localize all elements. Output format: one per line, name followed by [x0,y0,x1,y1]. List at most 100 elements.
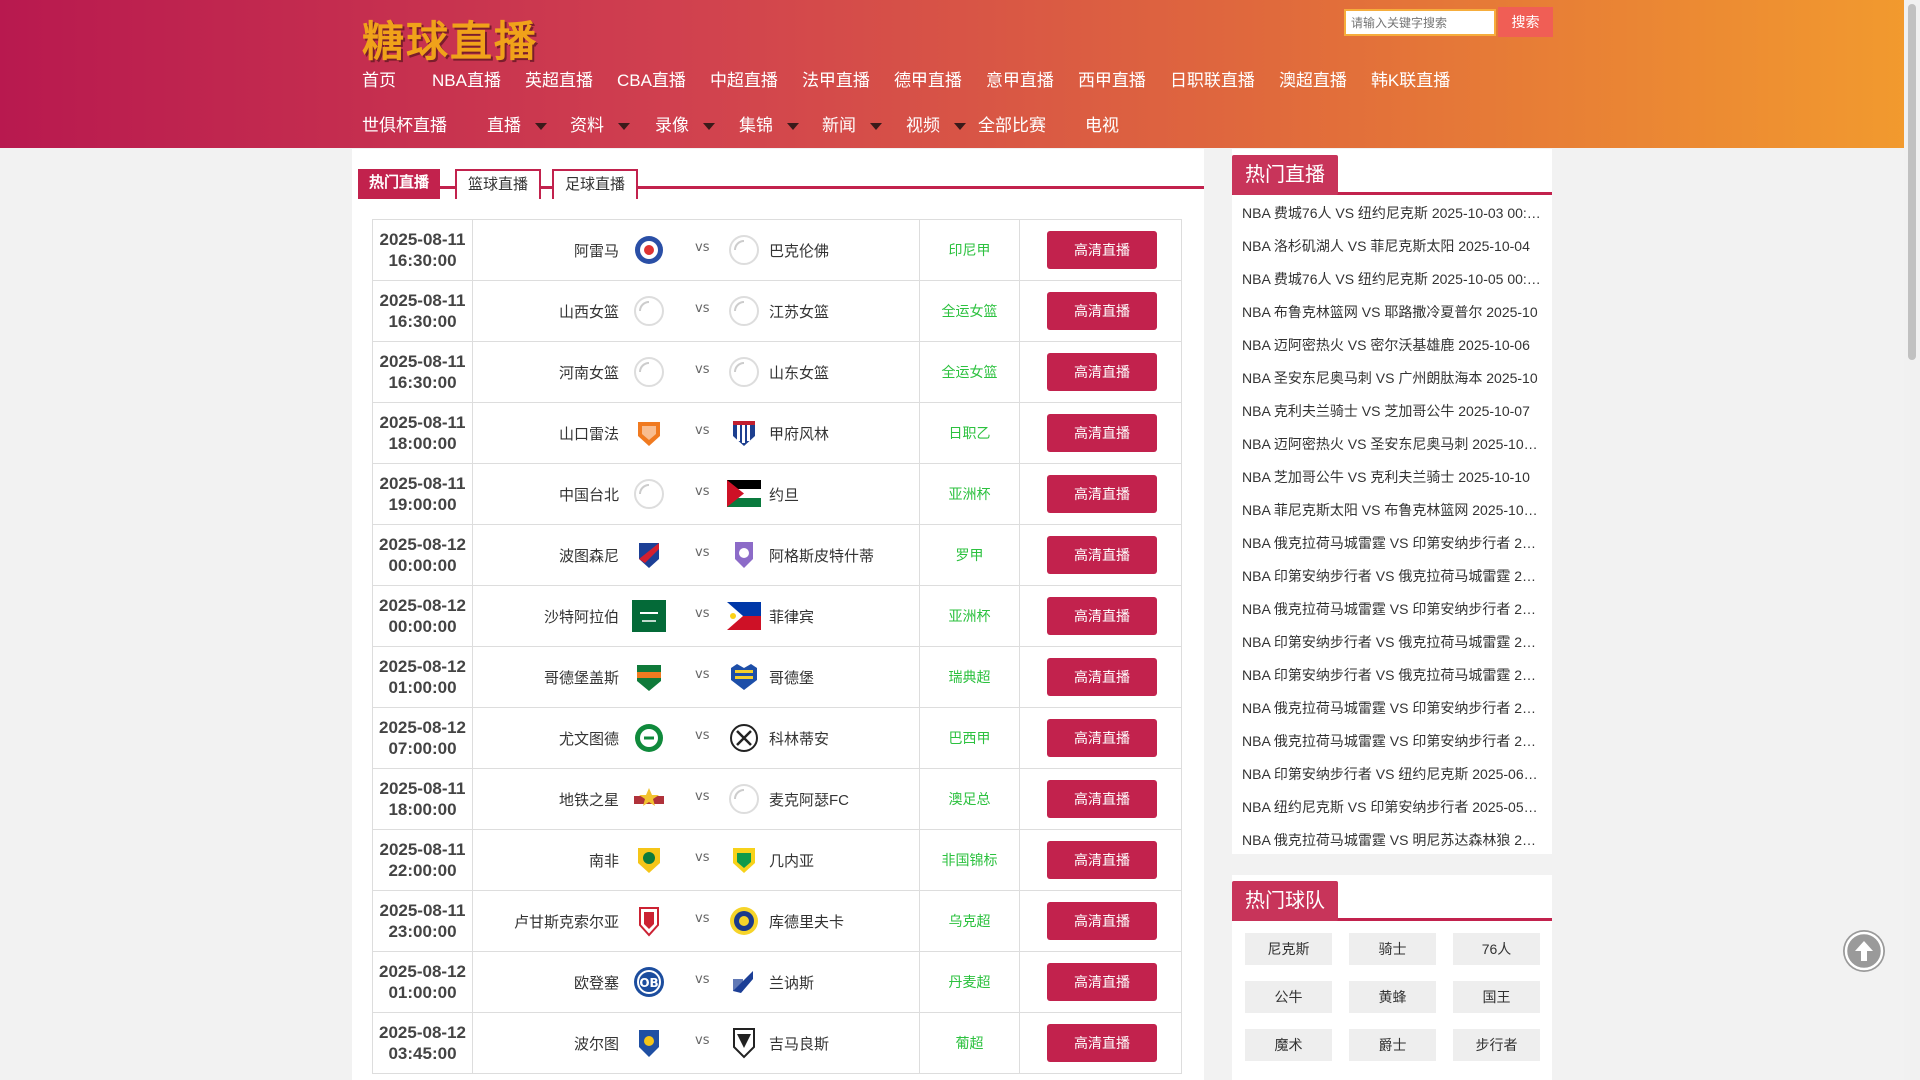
hot-team-button[interactable]: 步行者 [1453,1029,1540,1061]
hd-live-button[interactable]: 高清直播 [1047,414,1157,452]
nav-item[interactable]: 意甲直播 [986,66,1054,91]
tab-football-live[interactable]: 足球直播 [552,169,639,199]
home-team-name[interactable]: 波尔图 [574,1033,619,1054]
away-team-name[interactable]: 江苏女篮 [769,301,829,322]
hot-live-item[interactable]: NBA 印第安纳步行者 VS 纽约尼克斯 2025-06-01 [1242,758,1542,791]
hd-live-button[interactable]: 高清直播 [1047,963,1157,1001]
hd-live-button[interactable]: 高清直播 [1047,597,1157,635]
hot-team-button[interactable]: 黄蜂 [1349,981,1436,1013]
hd-live-button[interactable]: 高清直播 [1047,536,1157,574]
nav-dropdown[interactable]: 直播 [487,111,547,136]
nav-dropdown[interactable]: 集锦 [739,111,799,136]
league-link[interactable]: 亚洲杯 [919,464,1020,524]
hd-live-button[interactable]: 高清直播 [1047,475,1157,513]
away-team-name[interactable]: 库德里夫卡 [769,911,844,932]
hot-team-button[interactable]: 公牛 [1245,981,1332,1013]
hd-live-button[interactable]: 高清直播 [1047,292,1157,330]
league-link[interactable]: 全运女篮 [919,342,1020,402]
hot-live-item[interactable]: NBA 俄克拉荷马城雷霆 VS 印第安纳步行者 2025 [1242,692,1542,725]
hot-live-item[interactable]: NBA 俄克拉荷马城雷霆 VS 印第安纳步行者 2025 [1242,593,1542,626]
hot-live-item[interactable]: NBA 印第安纳步行者 VS 俄克拉荷马城雷霆 2025 [1242,560,1542,593]
hot-team-button[interactable]: 国王 [1453,981,1540,1013]
hd-live-button[interactable]: 高清直播 [1047,719,1157,757]
back-to-top-button[interactable] [1843,930,1885,972]
hot-live-item[interactable]: NBA 菲尼克斯太阳 VS 布鲁克林篮网 2025-10-11 [1242,494,1542,527]
hot-live-item[interactable]: NBA 迈阿密热火 VS 圣安东尼奥马刺 2025-10-08 [1242,428,1542,461]
hot-live-item[interactable]: NBA 俄克拉荷马城雷霆 VS 印第安纳步行者 2025 [1242,725,1542,758]
away-team-name[interactable]: 几内亚 [769,850,814,871]
home-team-name[interactable]: 欧登塞 [574,972,619,993]
hot-live-item[interactable]: NBA 印第安纳步行者 VS 俄克拉荷马城雷霆 2025 [1242,626,1542,659]
hot-live-item[interactable]: NBA 纽约尼克斯 VS 印第安纳步行者 2025-05-30 [1242,791,1542,824]
hot-team-button[interactable]: 爵士 [1349,1029,1436,1061]
away-team-name[interactable]: 巴克伦佛 [769,240,829,261]
hot-live-item[interactable]: NBA 俄克拉荷马城雷霆 VS 印第安纳步行者 2025 [1242,527,1542,560]
nav-item[interactable]: CBA直播 [617,66,686,91]
home-team-name[interactable]: 中国台北 [559,484,619,505]
away-team-name[interactable]: 山东女篮 [769,362,829,383]
away-team-name[interactable]: 吉马良斯 [769,1033,829,1054]
home-team-name[interactable]: 阿雷马 [574,240,619,261]
nav-item[interactable]: 西甲直播 [1078,66,1146,91]
league-link[interactable]: 日职乙 [919,403,1020,463]
nav-item[interactable]: 德甲直播 [894,66,962,91]
hd-live-button[interactable]: 高清直播 [1047,780,1157,818]
home-team-name[interactable]: 山西女篮 [559,301,619,322]
home-team-name[interactable]: 波图森尼 [559,545,619,566]
nav-dropdown[interactable]: 资料 [570,111,630,136]
nav-item[interactable]: 电视 [1085,111,1119,136]
away-team-name[interactable]: 哥德堡 [769,667,814,688]
nav-dropdown[interactable]: 视频 [906,111,966,136]
league-link[interactable]: 全运女篮 [919,281,1020,341]
hd-live-button[interactable]: 高清直播 [1047,902,1157,940]
site-logo[interactable]: 糖球直播 [362,8,538,69]
nav-item[interactable]: 首页 [362,66,396,91]
home-team-name[interactable]: 哥德堡盖斯 [544,667,619,688]
hd-live-button[interactable]: 高清直播 [1047,353,1157,391]
away-team-name[interactable]: 约旦 [769,484,799,505]
away-team-name[interactable]: 兰讷斯 [769,972,814,993]
league-link[interactable]: 丹麦超 [919,952,1020,1012]
nav-item[interactable]: 法甲直播 [802,66,870,91]
hot-team-button[interactable]: 魔术 [1245,1029,1332,1061]
away-team-name[interactable]: 麦克阿瑟FC [769,789,849,810]
hot-live-item[interactable]: NBA 克利夫兰骑士 VS 芝加哥公牛 2025-10-07 [1242,395,1542,428]
nav-dropdown[interactable]: 录像 [655,111,715,136]
hd-live-button[interactable]: 高清直播 [1047,841,1157,879]
hot-team-button[interactable]: 骑士 [1349,933,1436,965]
league-link[interactable]: 葡超 [919,1013,1020,1073]
away-team-name[interactable]: 甲府风林 [769,423,829,444]
hot-live-item[interactable]: NBA 布鲁克林篮网 VS 耶路撒冷夏普尔 2025-10 [1242,296,1542,329]
nav-item[interactable]: 中超直播 [710,66,778,91]
away-team-name[interactable]: 菲律宾 [769,606,814,627]
hot-live-item[interactable]: NBA 费城76人 VS 纽约尼克斯 2025-10-03 00:00 [1242,197,1542,230]
page-scrollbar[interactable] [1904,0,1920,1080]
hd-live-button[interactable]: 高清直播 [1047,231,1157,269]
nav-item[interactable]: 韩K联直播 [1371,66,1450,91]
nav-dropdown[interactable]: 新闻 [822,111,882,136]
nav-item[interactable]: 世俱杯直播 [362,111,447,136]
league-link[interactable]: 罗甲 [919,525,1020,585]
home-team-name[interactable]: 南非 [589,850,619,871]
nav-item[interactable]: 日职联直播 [1170,66,1255,91]
hd-live-button[interactable]: 高清直播 [1047,658,1157,696]
home-team-name[interactable]: 山口雷法 [559,423,619,444]
away-team-name[interactable]: 阿格斯皮特什蒂 [769,545,874,566]
home-team-name[interactable]: 尤文图德 [559,728,619,749]
league-link[interactable]: 瑞典超 [919,647,1020,707]
hot-live-item[interactable]: NBA 印第安纳步行者 VS 俄克拉荷马城雷霆 2025 [1242,659,1542,692]
home-team-name[interactable]: 河南女篮 [559,362,619,383]
home-team-name[interactable]: 地铁之星 [559,789,619,810]
hot-live-item[interactable]: NBA 洛杉矶湖人 VS 菲尼克斯太阳 2025-10-04 [1242,230,1542,263]
home-team-name[interactable]: 卢甘斯克索尔亚 [514,911,619,932]
league-link[interactable]: 印尼甲 [919,220,1020,280]
search-button[interactable]: 搜索 [1498,7,1553,37]
hot-team-button[interactable]: 尼克斯 [1245,933,1332,965]
hot-team-button[interactable]: 76人 [1453,933,1540,965]
nav-item[interactable]: 澳超直播 [1279,66,1347,91]
nav-item[interactable]: 英超直播 [525,66,593,91]
league-link[interactable]: 亚洲杯 [919,586,1020,646]
tab-hot-live[interactable]: 热门直播 [358,169,441,199]
nav-item[interactable]: 全部比赛 [978,111,1046,136]
league-link[interactable]: 非国锦标 [919,830,1020,890]
